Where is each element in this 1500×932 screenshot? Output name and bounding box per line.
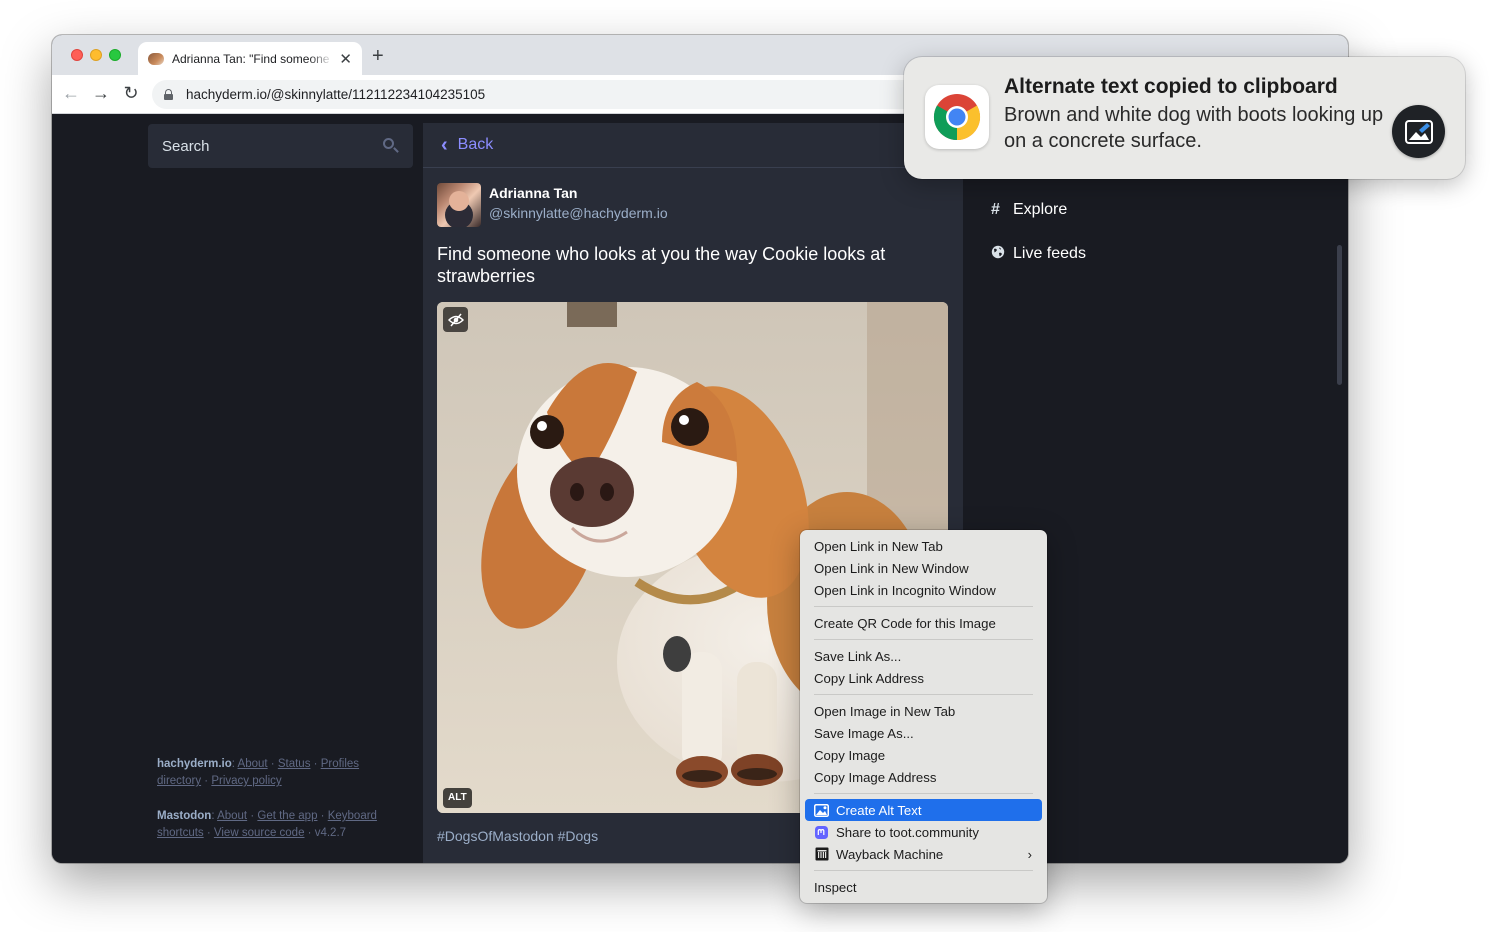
tab-close-icon[interactable]: ✕ [339,50,352,68]
footer-about-link[interactable]: About [238,758,268,770]
menu-item-save-link-as[interactable]: Save Link As... [805,645,1042,667]
menu-item-save-image-as[interactable]: Save Image As... [805,722,1042,744]
tab-title: Adrianna Tan: "Find someone who looks at… [172,51,333,66]
author-handle[interactable]: @skinnylatte@hachyderm.io [489,205,668,221]
menu-item-create-qr-code[interactable]: Create QR Code for this Image [805,612,1042,634]
menu-item-label: Create Alt Text [836,802,922,818]
footer-mastodon-about-link[interactable]: About [217,810,247,822]
menu-item-share-toot-community[interactable]: Share to toot.community [805,821,1042,843]
mastodon-icon [814,825,829,839]
back-label: Back [457,136,494,153]
author-display-name[interactable]: Adrianna Tan [489,185,668,201]
eye-slash-icon [447,313,464,326]
alt-text-image-icon [814,803,829,817]
toast-body: Brown and white dog with boots looking u… [1004,104,1384,152]
context-menu: Open Link in New Tab Open Link in New Wi… [800,530,1047,903]
lock-icon[interactable] [164,89,173,100]
menu-item-copy-image[interactable]: Copy Image [805,744,1042,766]
menu-item-open-link-new-tab[interactable]: Open Link in New Tab [805,535,1042,557]
back-button[interactable]: ‹ Back [441,134,494,156]
menu-separator [814,694,1033,695]
globe-icon [991,245,1013,264]
wayback-machine-icon [814,847,829,861]
footer-mastodon-links: Mastodon: About · Get the app · Keyboard… [157,810,377,839]
menu-item-label: Share to toot.community [836,824,979,840]
chrome-logo-icon [925,85,989,149]
back-arrow-icon[interactable]: ← [60,83,82,104]
browser-tab[interactable]: Adrianna Tan: "Find someone who looks at… [138,42,362,75]
menu-item-open-link-incognito[interactable]: Open Link in Incognito Window [805,579,1042,601]
reload-icon[interactable]: ↻ [120,83,142,104]
nav-item-live-feeds[interactable]: Live feeds [973,232,1238,276]
mastodon-favicon-icon [148,52,164,65]
nav-item-explore[interactable]: # Explore [973,188,1238,232]
menu-separator [814,870,1033,871]
url-text[interactable]: hachyderm.io/@skinnylatte/11211223410423… [186,87,485,102]
status-content: Find someone who looks at you the way Co… [437,244,886,286]
menu-item-open-image-new-tab[interactable]: Open Image in New Tab [805,700,1042,722]
zoom-window-button[interactable] [109,49,121,61]
menu-item-label: Wayback Machine [836,846,944,862]
nav-item-label: Explore [1013,201,1068,218]
menu-item-copy-image-address[interactable]: Copy Image Address [805,766,1042,788]
hide-media-button[interactable] [443,307,468,332]
forward-arrow-icon[interactable]: → [90,83,112,104]
search-placeholder: Search [162,137,210,155]
alt-text-badge[interactable]: ALT [443,788,472,808]
navigation-panel: # Explore Live feeds [973,175,1238,276]
hashtag-icon: # [991,201,1000,218]
footer-source-code-link[interactable]: View source code [214,827,305,839]
new-tab-button[interactable]: + [372,45,384,68]
footer-status-link[interactable]: Status [278,758,311,770]
footer-mastodon-name: Mastodon [157,810,212,822]
close-window-button[interactable] [71,49,83,61]
footer-site-links: hachyderm.io: About · Status · Profiles … [157,758,360,787]
alt-text-image-icon[interactable] [1392,105,1445,158]
globe-icon-svg [991,245,1005,258]
submenu-arrow-icon: › [1027,846,1032,862]
footer-site-name: hachyderm.io [157,758,232,770]
search-icon [383,138,399,154]
avatar[interactable] [437,183,481,227]
notification-toast[interactable]: Alternate text copied to clipboard Brown… [904,57,1465,179]
minimize-window-button[interactable] [90,49,102,61]
search-input[interactable]: Search [148,124,413,168]
menu-item-wayback-machine[interactable]: Wayback Machine › [805,843,1042,865]
site-footer: hachyderm.io: About · Status · Profiles … [157,756,397,860]
menu-separator [814,606,1033,607]
chevron-left-icon: ‹ [441,134,448,156]
menu-item-copy-link-address[interactable]: Copy Link Address [805,667,1042,689]
mastodon-page: Search hachyderm.io: About · Status · Pr… [52,115,1348,863]
status-author[interactable]: Adrianna Tan @skinnylatte@hachyderm.io [437,183,949,227]
menu-item-open-link-new-window[interactable]: Open Link in New Window [805,557,1042,579]
footer-get-app-link[interactable]: Get the app [257,810,317,822]
footer-version: v4.2.7 [314,827,347,839]
scrollbar-thumb[interactable] [1337,245,1342,385]
menu-separator [814,639,1033,640]
column-header: ‹ Back [423,123,963,168]
menu-item-inspect[interactable]: Inspect [805,876,1042,898]
toast-title: Alternate text copied to clipboard [1004,75,1338,98]
menu-item-create-alt-text[interactable]: Create Alt Text [805,799,1042,821]
menu-separator [814,793,1033,794]
nav-item-label: Live feeds [1013,245,1086,262]
footer-privacy-link[interactable]: Privacy policy [211,775,281,787]
